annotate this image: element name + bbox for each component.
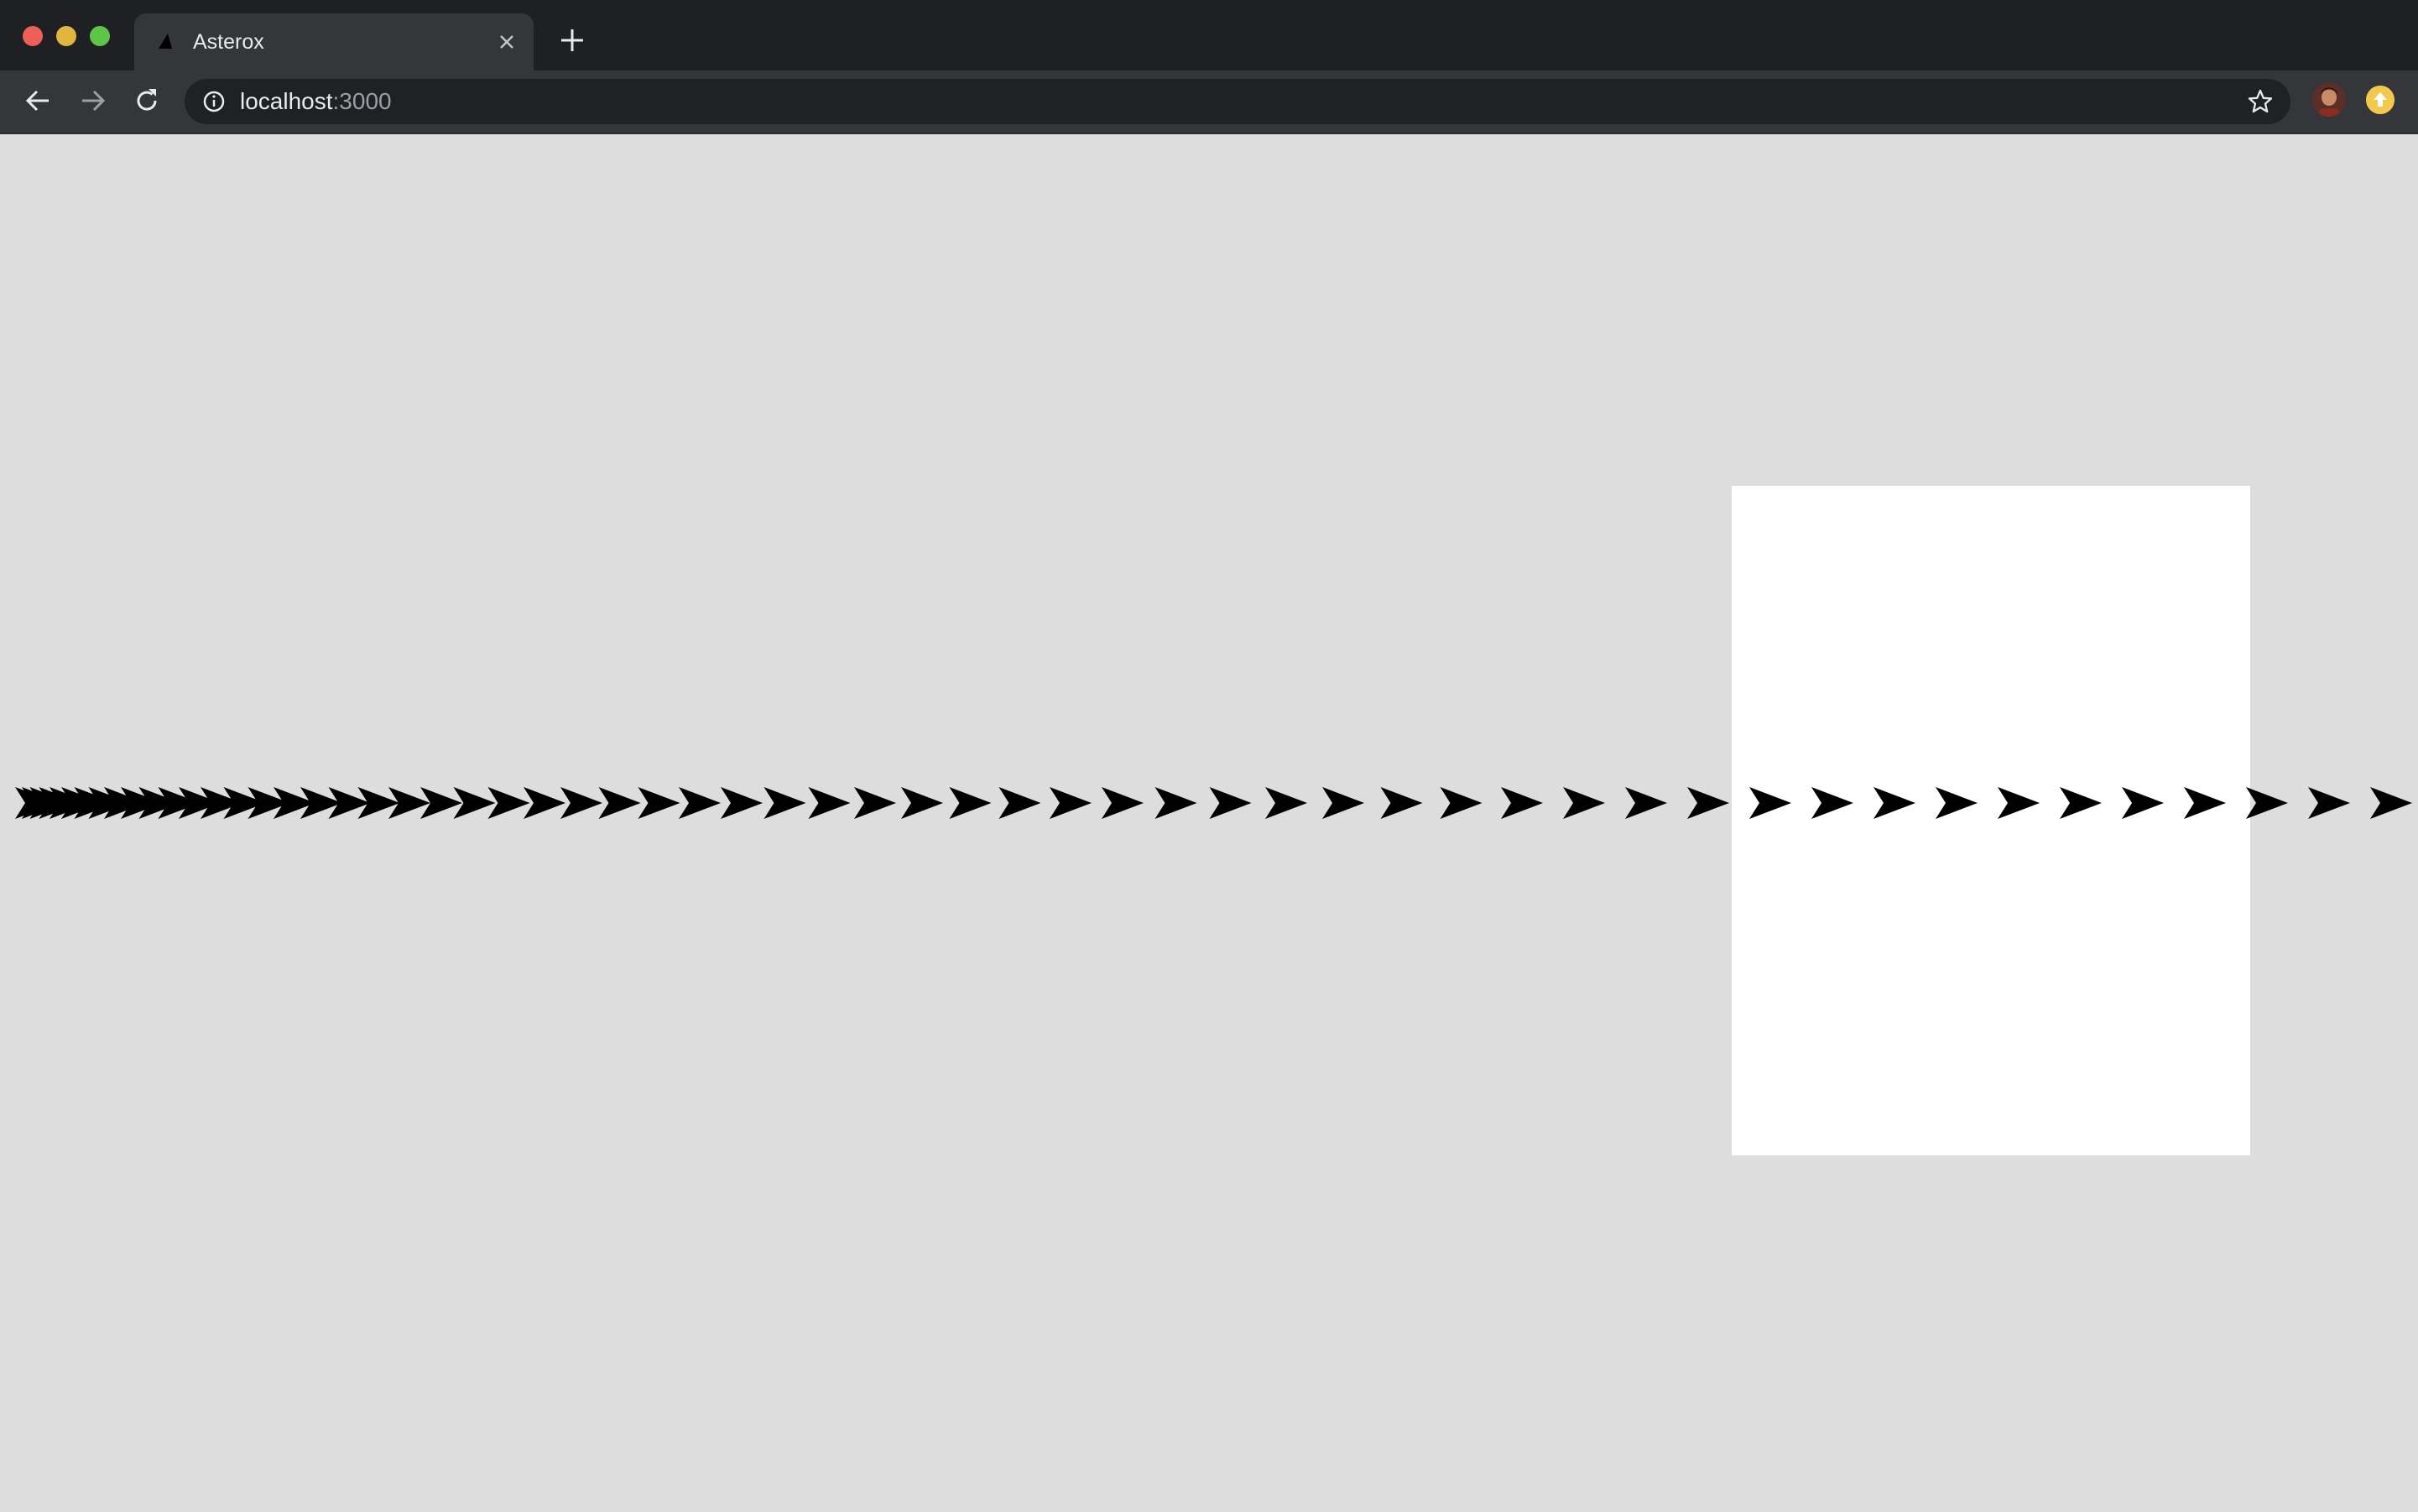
ship-arrow-icon bbox=[2246, 787, 2288, 819]
plus-icon[interactable] bbox=[557, 25, 587, 55]
ship-arrow-icon bbox=[1322, 787, 1364, 819]
url-port: :3000 bbox=[332, 88, 392, 114]
tab-title: Asterox bbox=[193, 30, 264, 54]
ship-arrow-icon bbox=[763, 787, 806, 819]
ship-arrow-icon bbox=[808, 787, 851, 819]
game-canvas[interactable] bbox=[0, 134, 2418, 1512]
ship-arrow-icon bbox=[1998, 787, 2040, 819]
update-icon[interactable] bbox=[2366, 86, 2395, 114]
ship-arrow-icon bbox=[679, 787, 721, 819]
ship-arrow-icon bbox=[1265, 787, 1307, 819]
ship-arrow-icon bbox=[1563, 787, 1605, 819]
triangle-icon bbox=[159, 34, 172, 49]
close-window-button[interactable] bbox=[23, 26, 43, 46]
reload-icon[interactable] bbox=[130, 84, 164, 117]
avatar-image bbox=[2312, 83, 2346, 117]
ship-arrow-icon bbox=[2184, 787, 2226, 819]
ship-arrow-icon bbox=[560, 787, 602, 819]
ship-arrow-icon bbox=[638, 787, 680, 819]
ship-arrow-icon bbox=[2308, 787, 2350, 819]
ship-arrow-icon bbox=[1936, 787, 1978, 819]
ship-arrow-icon bbox=[2370, 787, 2412, 819]
ship-arrow-icon bbox=[1687, 787, 1729, 819]
toolbar: localhost:3000 bbox=[0, 70, 2418, 134]
tab-strip: Asterox bbox=[0, 0, 2418, 70]
close-icon[interactable] bbox=[495, 30, 519, 54]
ship-arrow-icon bbox=[1440, 787, 1483, 819]
ship-arrow-icon bbox=[949, 787, 992, 819]
ship-arrow-icon bbox=[901, 787, 943, 819]
ship-arrow-icon bbox=[1102, 787, 1144, 819]
info-icon[interactable] bbox=[201, 89, 227, 114]
address-bar[interactable]: localhost:3000 bbox=[185, 79, 2290, 124]
browser-window: Asterox localhost:3000 bbox=[0, 0, 2418, 1512]
ship-arrow-icon bbox=[1209, 787, 1252, 819]
minimize-window-button[interactable] bbox=[56, 26, 76, 46]
tab-asterox[interactable]: Asterox bbox=[134, 13, 534, 70]
url-host: localhost bbox=[240, 88, 333, 114]
ship-arrow-icon bbox=[1501, 787, 1543, 819]
ship-arrow-icon bbox=[1050, 787, 1092, 819]
ship-arrow-icon bbox=[854, 787, 896, 819]
arrow-left-icon[interactable] bbox=[22, 84, 55, 117]
ship-arrow-icon bbox=[2060, 787, 2102, 819]
url-text[interactable]: localhost:3000 bbox=[240, 87, 392, 116]
ship-arrow-icon bbox=[598, 787, 641, 819]
star-icon[interactable] bbox=[2247, 88, 2274, 115]
ship-arrow-icon bbox=[998, 787, 1041, 819]
maximize-window-button[interactable] bbox=[90, 26, 110, 46]
ship-arrow-icon bbox=[721, 787, 763, 819]
ship-arrow-icon bbox=[1811, 787, 1853, 819]
arrow-right-icon[interactable] bbox=[76, 84, 109, 117]
avatar[interactable] bbox=[2312, 83, 2346, 117]
ship-arrow-icon bbox=[2122, 787, 2164, 819]
ship-arrow-icon bbox=[1625, 787, 1667, 819]
ship-arrow-icon bbox=[1380, 787, 1423, 819]
ship-arrow-icon bbox=[1749, 787, 1791, 819]
ship-arrow-icon bbox=[1154, 787, 1197, 819]
ship-arrow-icon bbox=[1873, 787, 1915, 819]
ship-trail bbox=[15, 787, 2412, 819]
